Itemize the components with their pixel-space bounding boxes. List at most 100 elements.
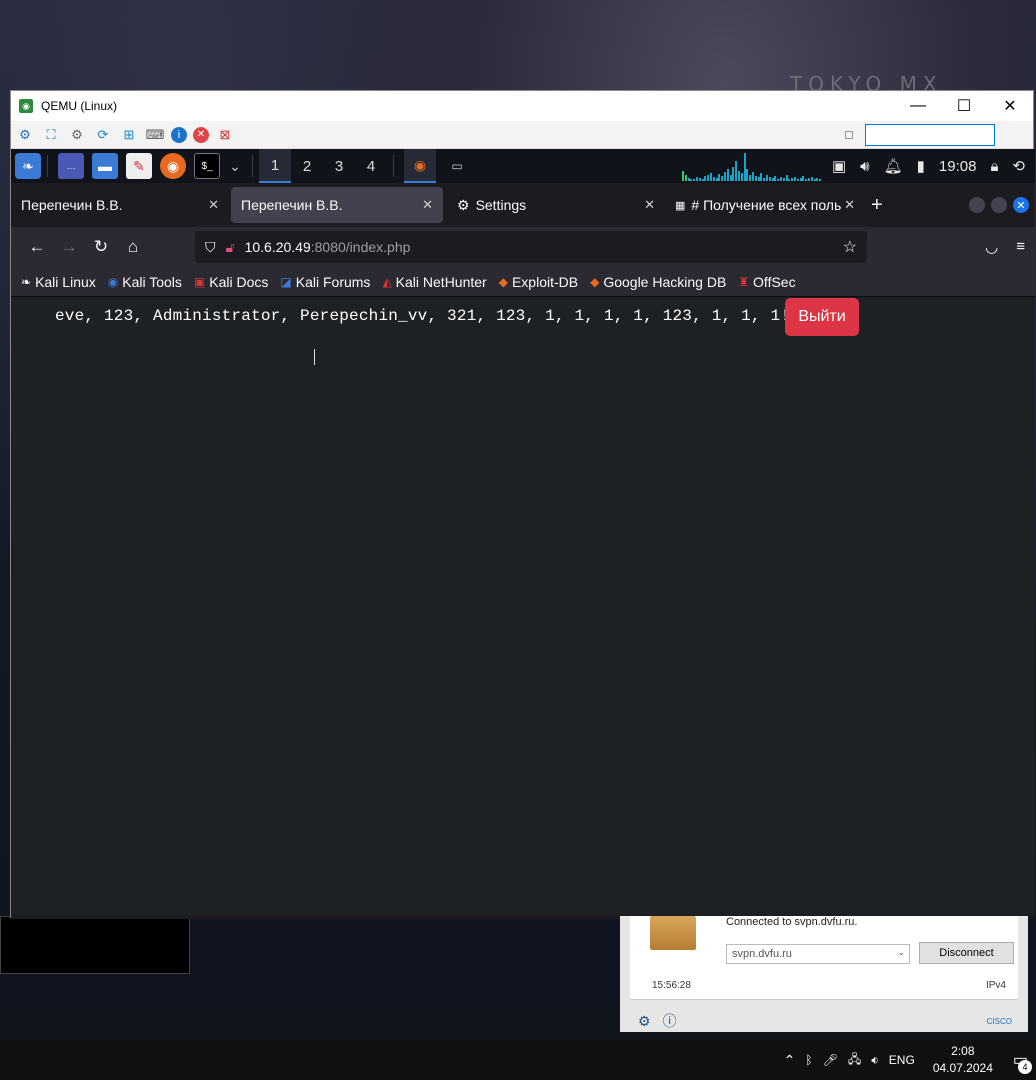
- cpu-bar: [707, 175, 710, 181]
- notification-count: 4: [1018, 1060, 1032, 1074]
- notification-bell-icon[interactable]: 🔔︎: [884, 157, 903, 175]
- volume-icon[interactable]: 🔊︎: [860, 158, 869, 175]
- bookmark-exploit-db[interactable]: ◆ Exploit-DB: [499, 274, 578, 290]
- notification-center-icon[interactable]: ▭ 4: [1013, 1050, 1032, 1074]
- network-icon[interactable]: ▣: [832, 157, 846, 175]
- cpu-bar: [805, 179, 808, 181]
- workspace-2[interactable]: 2: [291, 149, 323, 183]
- network-icon[interactable]: ⚙: [15, 125, 35, 145]
- network-icon[interactable]: 🖧: [848, 1050, 861, 1071]
- settings-icon[interactable]: ⚙: [67, 125, 87, 145]
- bookmark-kali-docs[interactable]: ▣ Kali Docs: [194, 274, 268, 290]
- qemu-titlebar[interactable]: ◉ QEMU (Linux) — ☐ ✕: [11, 91, 1033, 121]
- close-icon[interactable]: ✕: [644, 197, 655, 213]
- minimize-button[interactable]: [969, 197, 985, 213]
- bookmark-kali-nethunter[interactable]: ◭ Kali NetHunter: [382, 274, 486, 290]
- language-indicator[interactable]: ENG: [889, 1053, 915, 1067]
- tab-4[interactable]: ▦ # Получение всех польз ✕: [665, 187, 865, 223]
- workspace-1[interactable]: 1: [259, 149, 291, 183]
- cpu-bar: [763, 178, 766, 181]
- chevron-up-icon[interactable]: ⌃: [784, 1052, 796, 1069]
- url-bar[interactable]: ⛉ 🔓︎ 10.6.20.49 :8080/index.php ☆: [195, 231, 867, 263]
- pocket-icon[interactable]: ◡: [985, 238, 998, 256]
- vpn-server-select[interactable]: svpn.dvfu.ru ⌄: [726, 944, 910, 964]
- cpu-graph: [681, 151, 822, 181]
- fullscreen-icon[interactable]: ⛶: [41, 125, 61, 145]
- cpu-bar: [816, 178, 819, 181]
- stop-icon[interactable]: ✕: [193, 126, 209, 143]
- clock-time: 2:08: [951, 1044, 975, 1058]
- terminal-window-icon[interactable]: ▭: [444, 153, 470, 179]
- bluetooth-icon[interactable]: ᛒ: [805, 1053, 812, 1067]
- maximize-button[interactable]: [991, 197, 1007, 213]
- tab-label: Перепечин В.В.: [21, 197, 123, 213]
- keyboard-icon[interactable]: ⌨: [145, 125, 165, 145]
- tab-settings[interactable]: ⚙ Settings ✕: [447, 187, 665, 223]
- cpu-bar: [810, 177, 813, 181]
- bookmark-kali-forums[interactable]: ◪ Kali Forums: [280, 274, 370, 290]
- taskbar-clock[interactable]: 2:08 04.07.2024: [933, 1043, 993, 1077]
- maximize-button[interactable]: ☐: [941, 91, 987, 121]
- file-manager-icon[interactable]: ▬: [92, 153, 118, 179]
- refresh-icon[interactable]: ⟳: [93, 125, 113, 145]
- shield-icon[interactable]: ⛉: [205, 239, 216, 256]
- cpu-bar: [698, 178, 701, 181]
- cpu-bar: [729, 175, 732, 181]
- disconnect-button[interactable]: Disconnect: [919, 942, 1014, 964]
- windows-icon[interactable]: ⊞: [119, 125, 139, 145]
- cpu-bar: [743, 153, 746, 181]
- tab-2[interactable]: Перепечин В.В. ✕: [231, 187, 443, 223]
- firefox-icon[interactable]: ◉: [160, 153, 186, 179]
- home-button[interactable]: ⌂: [117, 231, 149, 263]
- bookmark-kali-linux[interactable]: ❧ Kali Linux: [21, 274, 96, 290]
- bookmark-star-icon[interactable]: ☆: [843, 237, 857, 257]
- exploit-db-icon: ◆: [498, 274, 508, 289]
- lock-icon[interactable]: 🔒︎: [990, 158, 998, 175]
- firefox-window-icon[interactable]: ◉: [404, 149, 436, 183]
- forward-button[interactable]: →: [53, 231, 85, 263]
- toolbar-input[interactable]: [865, 123, 995, 146]
- close-button[interactable]: ✕: [1013, 197, 1029, 213]
- volume-icon[interactable]: 🔉︎: [871, 1053, 879, 1068]
- workspace-3[interactable]: 3: [323, 149, 355, 183]
- reload-button[interactable]: ↻: [85, 231, 117, 263]
- microphone-icon[interactable]: 🎤︎: [823, 1053, 838, 1067]
- insecure-lock-icon[interactable]: 🔓︎: [226, 239, 235, 256]
- bookmark-kali-tools[interactable]: ◉ Kali Tools: [108, 274, 182, 290]
- workspace-4[interactable]: 4: [355, 149, 387, 183]
- tab-label: Перепечин В.В.: [241, 197, 343, 213]
- cpu-bar: [704, 176, 707, 181]
- info-icon[interactable]: i: [171, 126, 187, 143]
- new-tab-button[interactable]: +: [871, 194, 883, 217]
- menu-icon[interactable]: ≡: [1016, 238, 1025, 256]
- chevron-down-icon[interactable]: ⌄: [228, 153, 242, 179]
- bookmark-google-hacking-db[interactable]: ◆ Google Hacking DB: [590, 274, 726, 290]
- vm-screen[interactable]: ❧ … ▬ ✎ ◉ $_ ⌄ 1 2 3 4 ◉ ▭ ▣ 🔊︎ 🔔︎ ▮ 19:…: [11, 149, 1035, 919]
- close-icon[interactable]: ✕: [844, 197, 855, 213]
- desktop-icon[interactable]: …: [58, 153, 84, 179]
- bookmark-offsec[interactable]: ♜ OffSec: [738, 274, 795, 290]
- back-button[interactable]: ←: [21, 231, 53, 263]
- panel-clock[interactable]: 19:08: [939, 158, 977, 175]
- logout-icon[interactable]: ⟲: [1012, 157, 1025, 175]
- close-button[interactable]: ✕: [987, 91, 1033, 121]
- qemu-title: QEMU (Linux): [41, 99, 118, 113]
- info-icon[interactable]: ⓘ: [663, 1011, 677, 1031]
- text-editor-icon[interactable]: ✎: [126, 153, 152, 179]
- bookmark-label: Kali Linux: [35, 273, 96, 290]
- disconnect-icon[interactable]: ⊠: [215, 125, 235, 145]
- kali-menu-icon[interactable]: ❧: [15, 153, 41, 179]
- tab-1[interactable]: Перепечин В.В. ✕: [11, 187, 229, 223]
- battery-icon[interactable]: ▮: [917, 157, 925, 175]
- logout-button[interactable]: Выйти: [785, 298, 859, 336]
- forums-icon: ◪: [280, 274, 292, 289]
- background-window[interactable]: [0, 916, 190, 974]
- close-icon[interactable]: ✕: [208, 197, 219, 213]
- close-icon[interactable]: ✕: [422, 197, 433, 213]
- gear-icon[interactable]: ⚙: [638, 1013, 651, 1030]
- ghdb-icon: ◆: [590, 274, 600, 289]
- qemu-toolbar: ⚙ ⛶ ⚙ ⟳ ⊞ ⌨ i ✕ ⊠: [11, 121, 1033, 149]
- terminal-icon[interactable]: $_: [194, 153, 220, 179]
- minimize-button[interactable]: —: [895, 91, 941, 121]
- cpu-bar: [754, 176, 757, 181]
